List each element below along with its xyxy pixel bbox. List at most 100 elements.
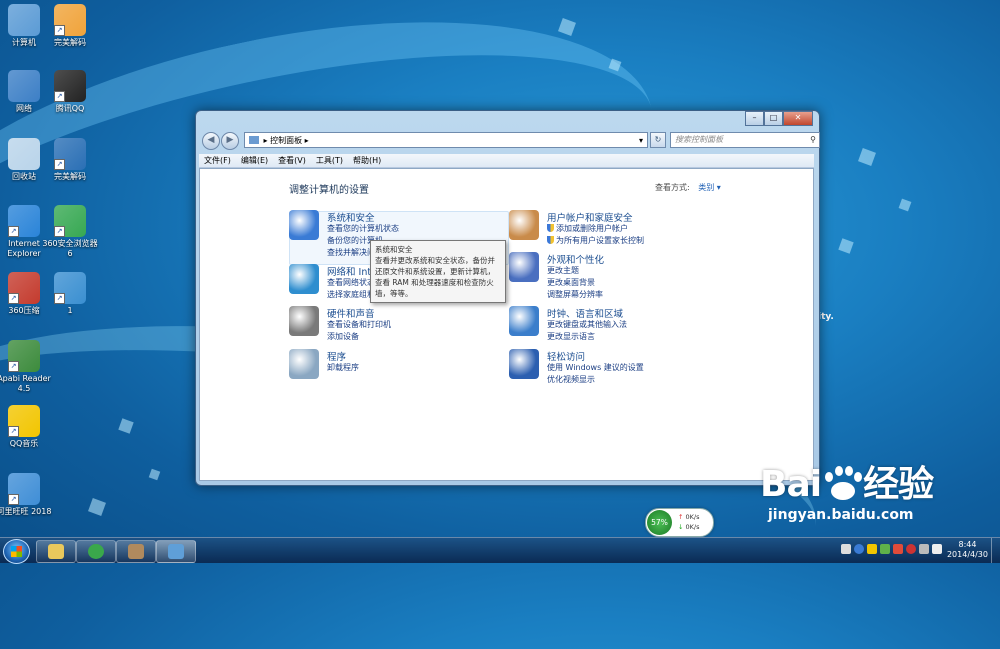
forward-button[interactable]: ▶ xyxy=(221,132,239,150)
app-icon: ↗ xyxy=(8,473,40,505)
app-icon xyxy=(8,70,40,102)
category-icon[interactable] xyxy=(509,349,539,379)
breadcrumb-control-panel[interactable]: 控制面板 xyxy=(270,136,302,145)
app-icon: ↗ xyxy=(54,272,86,304)
address-dropdown-icon[interactable]: ▾ xyxy=(639,133,643,149)
search-icon[interactable]: ⚲ xyxy=(810,133,816,147)
desktop-icon[interactable]: ↗ 完美解码 xyxy=(40,4,100,48)
tray-flag-icon[interactable] xyxy=(893,544,903,554)
shortcut-arrow-icon: ↗ xyxy=(8,494,19,505)
desktop-icon[interactable]: ↗ 阿里旺旺 2018 xyxy=(0,473,54,517)
menu-file[interactable]: 文件(F) xyxy=(199,154,236,167)
shortcut-arrow-icon: ↗ xyxy=(8,361,19,372)
tray-network-icon[interactable] xyxy=(919,544,929,554)
category-link[interactable]: 优化视频显示 xyxy=(547,374,595,385)
minimize-button[interactable]: – xyxy=(745,111,764,126)
menu-help[interactable]: 帮助(H) xyxy=(348,154,386,167)
desktop-icon[interactable]: ↗ 完美解码 xyxy=(40,138,100,182)
category-link[interactable]: 更改显示语言 xyxy=(547,331,595,342)
tray-help-icon[interactable] xyxy=(854,544,864,554)
taskbar-personalize[interactable] xyxy=(116,540,156,563)
desktop-icon[interactable]: ↗ QQ音乐 xyxy=(0,405,54,449)
desktop-icon-label: 360安全浏览器6 xyxy=(42,239,98,258)
app-icon: ↗ xyxy=(8,205,40,237)
taskbar-360-browser[interactable] xyxy=(76,540,116,563)
category-link[interactable]: 添加或删除用户帐户 xyxy=(547,223,628,234)
show-desktop-button[interactable] xyxy=(991,538,1000,563)
app-icon: ↗ xyxy=(54,4,86,36)
category-link[interactable]: 查看设备和打印机 xyxy=(327,319,391,330)
paw-icon xyxy=(821,466,863,502)
memory-percent: 57% xyxy=(647,510,672,535)
maximize-button[interactable]: □ xyxy=(764,111,783,126)
start-button[interactable] xyxy=(3,539,30,564)
watermark-url: jingyan.baidu.com xyxy=(768,507,914,523)
category-title[interactable]: 用户帐户和家庭安全 xyxy=(547,210,633,224)
category-title[interactable]: 硬件和声音 xyxy=(327,306,375,320)
category-link[interactable]: 调整屏幕分辨率 xyxy=(547,289,603,300)
category-icon[interactable] xyxy=(289,306,319,336)
back-button[interactable]: ◀ xyxy=(202,132,220,150)
taskbar-explorer[interactable] xyxy=(36,540,76,563)
view-by-dropdown[interactable]: 类别 ▾ xyxy=(698,183,721,192)
category-link[interactable]: 更改键盘或其他输入法 xyxy=(547,319,627,330)
taskbar-control-panel[interactable] xyxy=(156,540,196,563)
category-title[interactable]: 外观和个性化 xyxy=(547,252,604,266)
desktop-icon[interactable]: ↗ 腾讯QQ xyxy=(40,70,100,114)
desktop-icon-label: 腾讯QQ xyxy=(55,104,85,113)
desktop-icon[interactable]: ↗ 360安全浏览器6 xyxy=(40,205,100,259)
app-icon: ↗ xyxy=(54,205,86,237)
category-icon[interactable] xyxy=(289,264,319,294)
app-icon: ↗ xyxy=(54,70,86,102)
category-link[interactable]: 卸载程序 xyxy=(327,362,359,373)
menu-view[interactable]: 查看(V) xyxy=(273,154,311,167)
category-title[interactable]: 时钟、语言和区域 xyxy=(547,306,623,320)
clock-date: 2014/4/30 xyxy=(946,550,988,559)
menu-tools[interactable]: 工具(T) xyxy=(311,154,348,167)
clock[interactable]: 8:44 2014/4/30 xyxy=(947,540,988,560)
folder-icon xyxy=(48,544,64,559)
network-speed-widget[interactable]: 57% ↑ 0K/s ↓ 0K/s xyxy=(645,508,714,537)
desktop-icon-label: QQ音乐 xyxy=(9,439,39,448)
address-bar[interactable]: ▸ 控制面板 ▸ ▾ xyxy=(244,132,648,148)
app-icon: ↗ xyxy=(8,405,40,437)
desktop-icon-label: 完美解码 xyxy=(54,38,86,47)
control-panel-icon xyxy=(168,544,184,559)
refresh-button[interactable]: ↻ xyxy=(650,132,666,148)
shortcut-arrow-icon: ↗ xyxy=(54,293,65,304)
page-title: 调整计算机的设置 xyxy=(289,185,369,196)
tray-360-icon[interactable] xyxy=(880,544,890,554)
view-by-label: 查看方式: xyxy=(655,183,690,192)
category-icon[interactable] xyxy=(509,306,539,336)
category-icon[interactable] xyxy=(289,210,319,240)
category-title[interactable]: 轻松访问 xyxy=(547,349,585,363)
app-icon: ↗ xyxy=(8,340,40,372)
shortcut-arrow-icon: ↗ xyxy=(8,226,19,237)
category-title[interactable]: 系统和安全 xyxy=(327,210,375,224)
background-text: ity. xyxy=(818,312,834,322)
category-link[interactable]: 添加设备 xyxy=(327,331,359,342)
tray-arrow-icon[interactable] xyxy=(841,544,851,554)
clock-time: 8:44 xyxy=(958,540,977,549)
category-title[interactable]: 程序 xyxy=(327,349,346,363)
category-link[interactable]: 更改桌面背景 xyxy=(547,277,595,288)
wallpaper-square xyxy=(558,18,576,36)
category-icon[interactable] xyxy=(289,349,319,379)
category-link[interactable]: 使用 Windows 建议的设置 xyxy=(547,362,644,373)
category-link[interactable]: 查看您的计算机状态 xyxy=(327,223,399,234)
tray-volume-icon[interactable] xyxy=(932,544,942,554)
category-icon[interactable] xyxy=(509,210,539,240)
desktop-icon[interactable]: ↗ 1 xyxy=(40,272,100,316)
menu-edit[interactable]: 编辑(E) xyxy=(236,154,273,167)
tray-antivirus-icon[interactable] xyxy=(906,544,916,554)
palette-icon xyxy=(128,544,144,559)
search-input[interactable]: 搜索控制面板 ⚲ xyxy=(670,132,820,148)
desktop-icon[interactable]: ↗ Apabi Reader 4.5 xyxy=(0,340,54,394)
category-icon[interactable] xyxy=(509,252,539,282)
tray-qq-icon[interactable] xyxy=(867,544,877,554)
shortcut-arrow-icon: ↗ xyxy=(54,159,65,170)
category-link[interactable]: 更改主题 xyxy=(547,265,579,276)
upload-speed: ↑ 0K/s xyxy=(678,513,700,521)
close-button[interactable]: ✕ xyxy=(783,111,813,126)
category-link[interactable]: 为所有用户设置家长控制 xyxy=(547,235,644,246)
